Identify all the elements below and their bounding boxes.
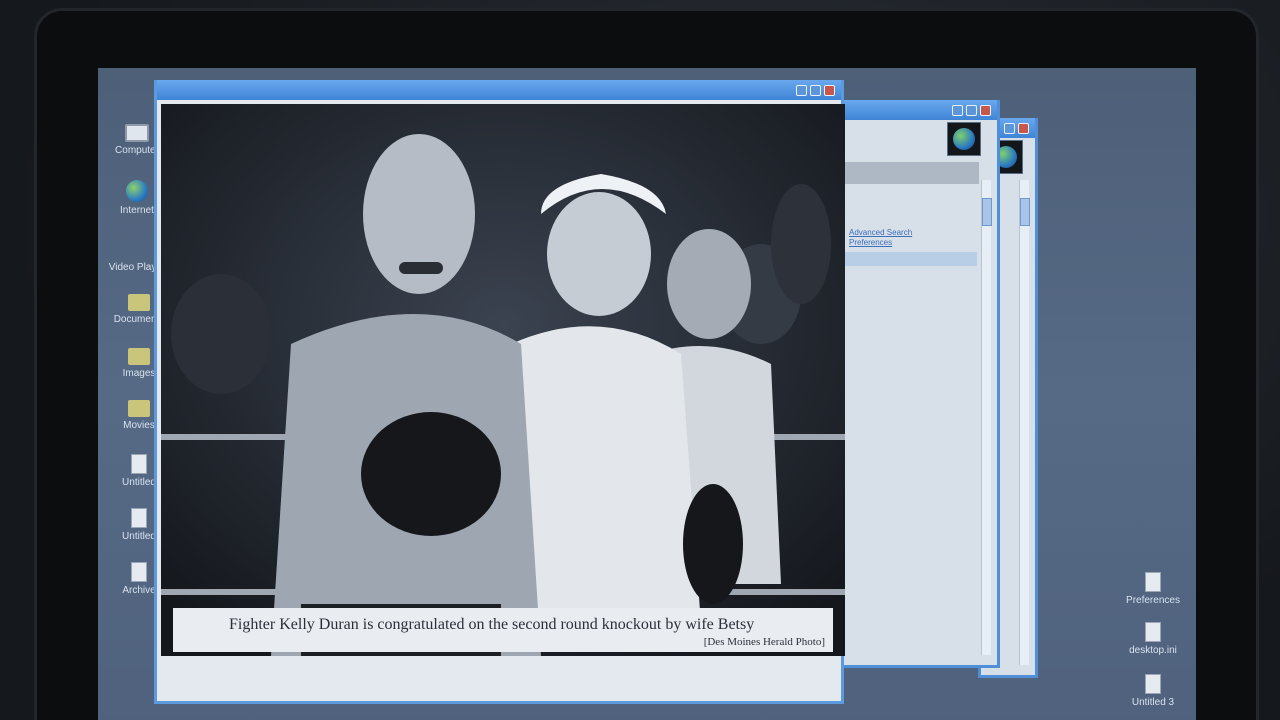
desktop-icon-label: Untitled [122,531,156,542]
close-button[interactable] [1018,122,1029,134]
document-icon [1145,572,1161,592]
desktop-icon-label: Internet [120,205,154,216]
photo-caption: Fighter Kelly Duran is congratulated on … [173,608,833,652]
folder-icon [128,294,150,311]
document-icon [1145,622,1161,642]
document-icon [131,508,147,528]
folder-icon [128,400,150,417]
window-titlebar[interactable] [157,80,841,100]
window-titlebar[interactable] [841,100,997,120]
scrollbar[interactable] [981,180,992,655]
document-icon [131,562,147,582]
minimize-button[interactable] [796,84,807,96]
desktop-icon-label: desktop.ini [1129,645,1177,656]
folder-icon [128,348,150,365]
computer-icon [125,124,149,142]
desktop-icon-untitled-3[interactable]: Untitled 3 [1118,674,1188,708]
scroll-thumb[interactable] [1020,198,1030,226]
desktop-icon-label: Images [122,368,156,379]
scroll-thumb[interactable] [982,198,992,226]
desktop-icon-desktop-ini[interactable]: desktop.ini [1118,622,1188,656]
desktop-icon-label: Computer [115,145,159,156]
desktop-icon-label: Untitled [122,477,156,488]
desktop-icon-label: Archive [122,585,156,596]
close-button[interactable] [980,104,991,116]
browser-logo [947,122,981,156]
caption-text: Fighter Kelly Duran is congratulated on … [229,616,755,633]
globe-icon [953,128,975,150]
highlight-bar [841,252,977,266]
desktop-icon-label: Movies [123,420,155,431]
globe-icon [126,180,148,202]
browser-window[interactable]: Advanced Search Preferences [838,100,1000,668]
search-links: Advanced Search Preferences [849,228,912,248]
maximize-button[interactable] [1004,122,1015,134]
desktop-icon-label: Untitled 3 [1131,697,1175,708]
advanced-search-link[interactable]: Advanced Search [849,228,912,238]
maximize-button[interactable] [810,84,821,96]
document-icon [131,454,147,474]
desktop-screen: Computer Internet Video Player Documents… [98,68,1196,720]
desktop-icon-preferences[interactable]: Preferences [1118,572,1188,606]
newspaper-photo: Fighter Kelly Duran is congratulated on … [161,104,845,656]
photo-credit: [Des Moines Herald Photo] [703,636,825,648]
close-button[interactable] [824,84,835,96]
maximize-button[interactable] [966,104,977,116]
scrollbar[interactable] [1019,180,1030,665]
document-icon [1145,674,1161,694]
toolbar-strip [841,162,979,184]
desktop-icon-label: Preferences [1126,595,1180,606]
preferences-link[interactable]: Preferences [849,238,912,248]
minimize-button[interactable] [952,104,963,116]
photo-viewer-window[interactable]: Fighter Kelly Duran is congratulated on … [154,80,845,704]
boxing-photo [161,104,845,656]
